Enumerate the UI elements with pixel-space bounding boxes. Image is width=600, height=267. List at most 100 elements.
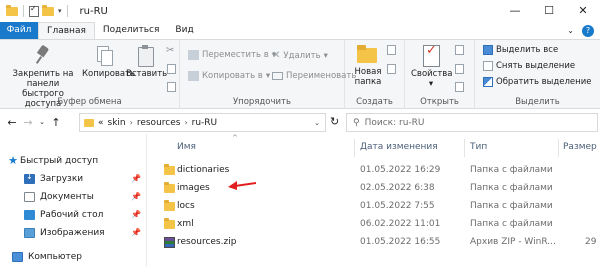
pin-icon: 📌	[131, 228, 141, 237]
search-input[interactable]: ⚲ Поиск: ru-RU	[346, 113, 598, 132]
open-group: Свойства ▾ Открыть	[405, 40, 475, 109]
copy-to-icon	[188, 71, 199, 81]
move-to-button[interactable]: Переместить в ▾	[188, 50, 276, 60]
address-dropdown-icon[interactable]: ⌄	[314, 119, 320, 127]
organize-group-label: Упорядочить	[232, 97, 292, 107]
select-none-label: Снять выделение	[496, 61, 576, 71]
cut-button[interactable]	[166, 45, 174, 56]
easy-access-button[interactable]	[387, 64, 396, 74]
table-row[interactable]: dictionaries 01.05.2022 16:29 Папка с фа…	[148, 162, 600, 180]
forward-arrow-icon[interactable]: →	[20, 116, 36, 129]
rename-button[interactable]: Переименовать	[272, 71, 356, 81]
column-header-size[interactable]: Размер	[563, 142, 597, 152]
copy-button[interactable]: Копировать	[82, 44, 135, 79]
table-row[interactable]: locs 01.05.2022 7:55 Папка с файлами	[148, 198, 600, 216]
column-header-type[interactable]: Тип	[470, 142, 487, 152]
paste-label: Вставить	[126, 69, 168, 79]
dropdown-caret-icon: ▾	[265, 71, 271, 81]
open-button[interactable]	[455, 45, 464, 55]
select-none-button[interactable]: Снять выделение	[483, 61, 575, 71]
nav-item-downloads[interactable]: Загрузки 📌	[0, 170, 147, 187]
table-row[interactable]: xml 06.02.2022 11:01 Папка с файлами	[148, 216, 600, 234]
nav-computer[interactable]: Компьютер	[0, 248, 147, 265]
paste-shortcut-button[interactable]	[167, 82, 176, 92]
edit-icon	[455, 64, 464, 74]
breadcrumb-separator-icon[interactable]: ›	[130, 118, 133, 127]
breadcrumb-resources[interactable]: resources	[137, 118, 181, 128]
close-button[interactable]: ✕	[566, 0, 600, 22]
column-headers: Имя Дата изменения Тип Размер	[148, 139, 600, 157]
customize-toolbar-chevron-icon[interactable]: ▾	[58, 7, 62, 15]
nav-item-pictures[interactable]: Изображения 📌	[0, 224, 147, 241]
search-placeholder: Поиск: ru-RU	[364, 117, 425, 128]
tab-home[interactable]: Главная	[38, 22, 95, 39]
recent-locations-chevron-icon[interactable]: ⌄	[36, 118, 48, 126]
minimize-button[interactable]: —	[498, 0, 532, 22]
file-type: Папка с файлами	[470, 165, 553, 175]
tab-view[interactable]: Вид	[167, 22, 201, 39]
column-divider[interactable]	[464, 139, 465, 157]
invert-selection-label: Обратить выделение	[496, 77, 592, 87]
file-type: Папка с файлами	[470, 201, 553, 211]
history-button[interactable]	[455, 82, 464, 92]
column-header-name[interactable]: Имя	[177, 142, 196, 152]
new-folder-icon[interactable]	[42, 4, 54, 16]
ribbon-right-controls: ⌄ ?	[567, 22, 594, 39]
copy-path-button[interactable]	[167, 64, 176, 74]
breadcrumb-ru-ru[interactable]: ru-RU	[192, 118, 218, 128]
back-arrow-icon[interactable]: ←	[4, 116, 20, 129]
edit-button[interactable]	[455, 64, 464, 74]
file-name: images	[177, 183, 210, 193]
star-icon: ★	[8, 154, 18, 167]
address-bar[interactable]: « skin › resources › ru-RU ⌄	[79, 113, 326, 132]
tab-file[interactable]: Файл	[0, 22, 38, 39]
window-controls: — ☐ ✕	[498, 0, 600, 22]
title-bar: ▾ ru-RU — ☐ ✕	[0, 0, 600, 22]
nav-item-documents[interactable]: Документы 📌	[0, 188, 147, 205]
select-all-button[interactable]: Выделить все	[483, 45, 558, 55]
folder-icon	[164, 200, 175, 211]
maximize-button[interactable]: ☐	[532, 0, 566, 22]
properties-icon	[421, 44, 441, 67]
select-all-icon	[483, 45, 493, 55]
nav-computer-label: Компьютер	[28, 251, 82, 262]
pin-icon: 📌	[131, 192, 141, 201]
invert-selection-icon	[483, 77, 493, 87]
column-divider[interactable]	[558, 139, 559, 157]
paste-button[interactable]: Вставить	[126, 44, 168, 79]
new-folder-line2: папка	[354, 77, 382, 87]
breadcrumb-separator-icon[interactable]: ›	[184, 118, 187, 127]
invert-selection-button[interactable]: Обратить выделение	[483, 77, 591, 87]
documents-icon	[24, 191, 35, 202]
up-arrow-icon[interactable]: ↑	[48, 116, 64, 129]
new-folder-button[interactable]: Новая папка	[351, 44, 385, 87]
delete-button[interactable]: ✕ Удалить ▾	[272, 50, 328, 61]
scissors-icon	[166, 45, 174, 56]
column-divider[interactable]	[354, 139, 355, 157]
breadcrumb-skin[interactable]: skin	[108, 118, 126, 128]
minimize-ribbon-chevron-icon[interactable]: ⌄	[567, 26, 574, 35]
easy-access-icon	[387, 64, 396, 74]
pin-icon	[35, 44, 51, 66]
properties-icon[interactable]	[29, 4, 39, 17]
copy-to-button[interactable]: Копировать в ▾	[188, 71, 270, 81]
separator	[66, 5, 68, 17]
nav-item-label: Документы	[40, 191, 94, 202]
select-group: Выделить все Снять выделение Обратить вы…	[475, 40, 600, 109]
column-header-date[interactable]: Дата изменения	[360, 142, 438, 152]
table-row[interactable]: images 02.05.2022 6:38 Папка с файлами	[148, 180, 600, 198]
nav-quick-access[interactable]: ★ Быстрый доступ	[0, 152, 147, 169]
tab-share[interactable]: Поделиться	[95, 22, 168, 39]
file-date: 02.05.2022 6:38	[360, 183, 435, 193]
copy-to-label: Копировать в	[202, 71, 263, 81]
move-to-label: Переместить в	[202, 50, 269, 60]
properties-button[interactable]: Свойства ▾	[411, 44, 453, 89]
new-folder-icon	[357, 44, 379, 64]
table-row[interactable]: resources.zip 01.05.2022 16:55 Архив ZIP…	[148, 234, 600, 252]
help-icon[interactable]: ?	[582, 24, 594, 37]
breadcrumb-overflow[interactable]: «	[98, 118, 104, 128]
nav-item-desktop[interactable]: Рабочий стол 📌	[0, 206, 147, 223]
open-group-label: Открыть	[420, 97, 459, 107]
refresh-icon[interactable]: ↻	[330, 115, 339, 128]
new-item-button[interactable]	[387, 45, 396, 55]
